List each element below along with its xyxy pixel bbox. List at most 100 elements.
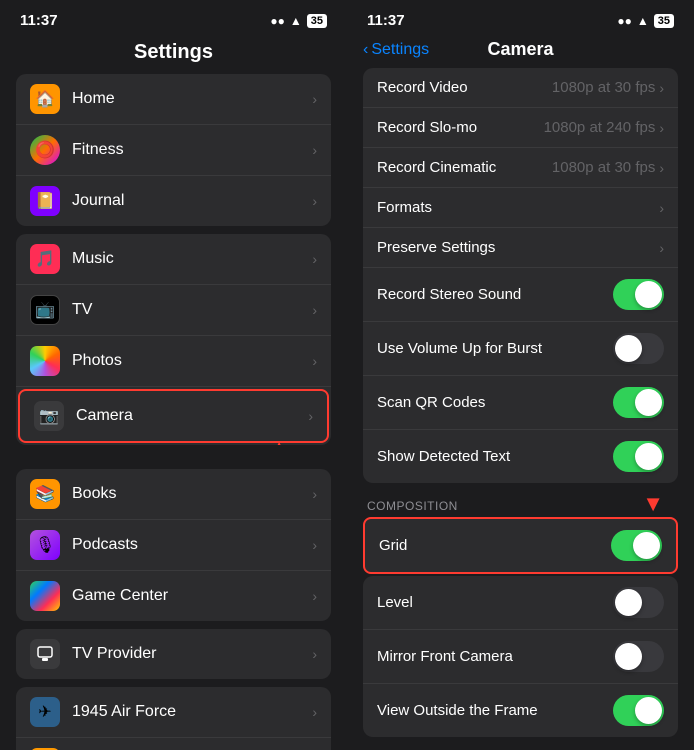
chevron-icon: › [312, 353, 317, 369]
grid-highlight-border: Grid [363, 517, 678, 574]
grid-toggle[interactable] [611, 530, 662, 561]
show-detected-toggle[interactable] [613, 441, 664, 472]
sidebar-item-tv[interactable]: 📺 TV › [16, 285, 331, 336]
signal-icon: ●● [270, 14, 285, 28]
toggle-knob [635, 697, 662, 724]
mirror-front-row[interactable]: Mirror Front Camera [363, 630, 678, 684]
sidebar-item-tvprovider[interactable]: TV Provider › [16, 629, 331, 679]
sidebar-item-airforce[interactable]: ✈ 1945 Air Force › [16, 687, 331, 738]
chevron-icon: › [312, 486, 317, 502]
fitness-label: Fitness [72, 141, 312, 159]
settings-group-5: ✈ 1945 Air Force › 📦 Amazon › 🏷 AmazonSe… [16, 687, 331, 750]
view-outside-toggle[interactable] [613, 695, 664, 726]
camera-section-video: Record Video 1080p at 30 fps › Record Sl… [363, 68, 678, 483]
volume-burst-label: Use Volume Up for Burst [377, 340, 613, 357]
mirror-front-label: Mirror Front Camera [377, 648, 613, 665]
books-icon: 📚 [30, 479, 60, 509]
wifi-icon: ▲ [637, 14, 649, 28]
show-detected-label: Show Detected Text [377, 448, 613, 465]
back-button[interactable]: ‹ Settings [363, 41, 429, 59]
sidebar-item-music[interactable]: 🎵 Music › [16, 234, 331, 285]
sidebar-item-books[interactable]: 📚 Books › [16, 469, 331, 520]
view-outside-row[interactable]: View Outside the Frame [363, 684, 678, 737]
grid-row-container: Grid ▼ [363, 517, 678, 574]
sidebar-item-gamecenter[interactable]: Game Center › [16, 571, 331, 621]
show-detected-row[interactable]: Show Detected Text [363, 430, 678, 483]
settings-group-3: 📚 Books › 🎙 Podcasts › Game Center › [16, 469, 331, 621]
journal-label: Journal [72, 192, 312, 210]
home-icon: 🏠 [30, 84, 60, 114]
books-label: Books [72, 485, 312, 503]
preserve-settings-row[interactable]: Preserve Settings › [363, 228, 678, 268]
mirror-front-toggle[interactable] [613, 641, 664, 672]
formats-label: Formats [377, 199, 659, 216]
record-stereo-label: Record Stereo Sound [377, 286, 613, 303]
scan-qr-row[interactable]: Scan QR Codes [363, 376, 678, 430]
volume-burst-row[interactable]: Use Volume Up for Burst [363, 322, 678, 376]
record-stereo-row[interactable]: Record Stereo Sound [363, 268, 678, 322]
right-time: 11:37 [367, 12, 405, 29]
chevron-icon: › [312, 142, 317, 158]
arrow-up-indicator: ▲ [267, 435, 291, 445]
toggle-knob [635, 281, 662, 308]
preserve-settings-label: Preserve Settings [377, 239, 659, 256]
chevron-icon: › [659, 160, 664, 176]
sidebar-item-camera[interactable]: 📷 Camera › [20, 391, 327, 441]
music-label: Music [72, 250, 312, 268]
settings-group-2: 🎵 Music › 📺 TV › Photos › 📷 Camera [16, 234, 331, 445]
settings-group-4: TV Provider › [16, 629, 331, 679]
scan-qr-toggle[interactable] [613, 387, 664, 418]
composition-rows: Level Mirror Front Camera View Outside t… [363, 576, 678, 737]
toggle-knob [615, 643, 642, 670]
tvprovider-label: TV Provider [72, 645, 312, 663]
podcasts-label: Podcasts [72, 536, 312, 554]
music-icon: 🎵 [30, 244, 60, 274]
record-stereo-toggle[interactable] [613, 279, 664, 310]
left-title-bar: Settings [0, 35, 347, 74]
fitness-icon: ⭕ [30, 135, 60, 165]
journal-icon: 📔 [30, 186, 60, 216]
camera-label: Camera [76, 407, 308, 425]
sidebar-item-fitness[interactable]: ⭕ Fitness › [16, 125, 331, 176]
back-label: Settings [371, 41, 429, 59]
left-time: 11:37 [20, 12, 58, 29]
right-nav-bar: ‹ Settings Camera [347, 35, 694, 68]
record-cinematic-value: 1080p at 30 fps [552, 159, 655, 176]
level-label: Level [377, 594, 613, 611]
chevron-icon: › [312, 646, 317, 662]
arrow-down-indicator: ▼ [642, 491, 664, 517]
record-cinematic-row[interactable]: Record Cinematic 1080p at 30 fps › [363, 148, 678, 188]
volume-burst-toggle[interactable] [613, 333, 664, 364]
photo-capture-section: PHOTO CAPTURE Photographic Styles [363, 745, 678, 750]
scan-qr-label: Scan QR Codes [377, 394, 613, 411]
sidebar-item-journal[interactable]: 📔 Journal › [16, 176, 331, 226]
sidebar-item-podcasts[interactable]: 🎙 Podcasts › [16, 520, 331, 571]
right-status-bar: 11:37 ●● ▲ 35 [347, 0, 694, 35]
airforce-label: 1945 Air Force [72, 703, 312, 721]
record-slomo-row[interactable]: Record Slo-mo 1080p at 240 fps › [363, 108, 678, 148]
camera-settings-list: Record Video 1080p at 30 fps › Record Sl… [347, 68, 694, 750]
chevron-icon: › [659, 200, 664, 216]
chevron-icon: › [312, 251, 317, 267]
level-row[interactable]: Level [363, 576, 678, 630]
chevron-icon: › [312, 302, 317, 318]
chevron-icon: › [312, 588, 317, 604]
tv-label: TV [72, 301, 312, 319]
wifi-icon: ▲ [290, 14, 302, 28]
camera-icon: 📷 [34, 401, 64, 431]
toggle-knob [615, 589, 642, 616]
left-status-icons: ●● ▲ 35 [270, 14, 327, 28]
record-video-value: 1080p at 30 fps [552, 79, 655, 96]
sidebar-item-home[interactable]: 🏠 Home › [16, 74, 331, 125]
toggle-knob [635, 443, 662, 470]
formats-row[interactable]: Formats › [363, 188, 678, 228]
sidebar-item-amazon[interactable]: 📦 Amazon › [16, 738, 331, 750]
battery-icon: 35 [307, 14, 327, 28]
sidebar-item-photos[interactable]: Photos › [16, 336, 331, 387]
grid-row[interactable]: Grid [365, 519, 676, 572]
record-video-row[interactable]: Record Video 1080p at 30 fps › [363, 68, 678, 108]
level-toggle[interactable] [613, 587, 664, 618]
photo-capture-header: PHOTO CAPTURE [363, 745, 678, 750]
back-chevron-icon: ‹ [363, 41, 368, 59]
right-status-icons: ●● ▲ 35 [617, 14, 674, 28]
